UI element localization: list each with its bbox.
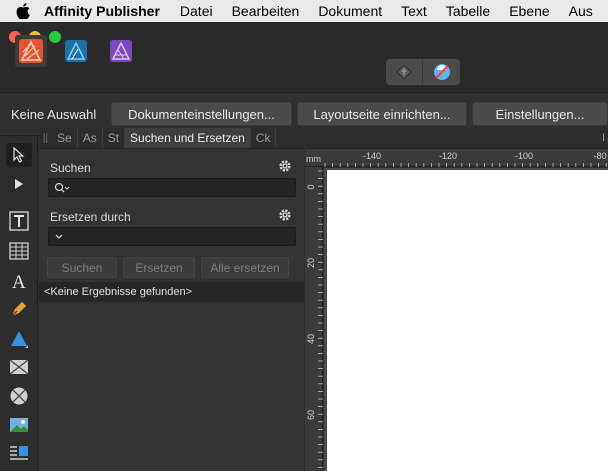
ruler-v-label: 40 — [306, 334, 316, 344]
menu-bar: Affinity Publisher Datei Bearbeiten Doku… — [0, 0, 608, 22]
find-replace-panel: || Se As St Suchen und Ersetzen Ck Suche… — [39, 128, 304, 471]
place-image-tool-icon[interactable] — [6, 413, 32, 437]
replace-options-gear-icon[interactable] — [278, 208, 292, 222]
move-tool-icon[interactable] — [6, 143, 32, 167]
shape-tool-icon[interactable] — [6, 327, 32, 351]
menu-aus[interactable]: Aus — [569, 3, 593, 19]
replace-all-button[interactable]: Alle ersetzen — [201, 257, 289, 278]
results-list: <Keine Ergebnisse gefunden> — [39, 282, 304, 302]
ruler-unit-label: mm — [306, 154, 321, 164]
horizontal-ruler-ticks: mm -140 -120 -100 -80 — [306, 151, 607, 167]
replace-button[interactable]: Ersetzen — [123, 257, 195, 278]
menu-text[interactable]: Text — [401, 3, 427, 19]
panel-grip-icon[interactable]: || — [39, 128, 52, 148]
node-tool-icon[interactable] — [6, 172, 32, 196]
chevron-down-icon[interactable] — [54, 232, 64, 242]
title-bar — [0, 22, 608, 92]
tab-assets[interactable]: As — [78, 128, 103, 148]
tab-character[interactable]: Ck — [251, 128, 277, 148]
no-results-message: <Keine Ergebnisse gefunden> — [44, 286, 193, 298]
search-input[interactable] — [48, 178, 296, 197]
menu-bearbeiten[interactable]: Bearbeiten — [232, 3, 300, 19]
menu-tabelle[interactable]: Tabelle — [446, 3, 490, 19]
publisher-persona-icon[interactable] — [15, 35, 47, 67]
ruler-v-label: 60 — [306, 410, 316, 420]
search-icon — [54, 182, 70, 192]
menu-datei[interactable]: Datei — [180, 3, 213, 19]
picture-frame-tool-icon[interactable] — [6, 355, 32, 379]
ruler-v-label: 20 — [306, 258, 316, 268]
arrange-up-icon[interactable] — [386, 59, 423, 85]
document-settings-button[interactable]: Dokumenteinstellungen... — [111, 102, 292, 126]
find-button[interactable]: Suchen — [47, 257, 117, 278]
replace-label: Ersetzen durch — [50, 210, 131, 224]
menu-dokument[interactable]: Dokument — [318, 3, 382, 19]
ruler-v-label: 0 — [306, 184, 316, 189]
selection-status-label: Keine Auswahl — [11, 107, 97, 122]
vertical-ruler[interactable]: 0 20 40 60 — [305, 167, 323, 471]
designer-persona-icon[interactable] — [60, 35, 92, 67]
vertical-ruler-ticks: 0 20 40 60 — [306, 170, 323, 468]
master-page-setup-button[interactable]: Layoutseite einrichten... — [297, 102, 467, 126]
svg-text:A: A — [12, 272, 26, 291]
document-page[interactable] — [327, 170, 608, 471]
preferences-button[interactable]: Einstellungen... — [472, 102, 608, 126]
pen-tool-icon[interactable] — [6, 297, 32, 321]
artistic-text-tool-icon[interactable]: A — [6, 269, 32, 293]
search-options-gear-icon[interactable] — [278, 159, 292, 173]
tab-find-replace[interactable]: Suchen und Ersetzen — [125, 128, 251, 148]
snapping-icon[interactable] — [423, 59, 460, 85]
ruler-h-label: -100 — [515, 151, 533, 161]
photo-persona-icon[interactable] — [105, 35, 137, 67]
replace-input[interactable] — [48, 227, 296, 246]
text-wrap-tool-icon[interactable] — [6, 441, 32, 465]
persona-switcher — [386, 59, 460, 85]
ruler-h-label: -80 — [593, 151, 606, 161]
document-tab-strip: I — [305, 128, 608, 149]
tab-styles[interactable]: Se — [52, 128, 78, 148]
tab-stock[interactable]: St — [103, 128, 126, 148]
frame-text-tool-icon[interactable] — [6, 209, 32, 233]
ruler-h-label: -120 — [439, 151, 457, 161]
ruler-h-label: -140 — [363, 151, 381, 161]
menu-ebene[interactable]: Ebene — [509, 3, 549, 19]
apple-icon[interactable] — [16, 3, 30, 19]
menu-app-name[interactable]: Affinity Publisher — [44, 3, 160, 19]
search-label: Suchen — [50, 161, 91, 175]
document-tab-fragment[interactable]: I — [602, 132, 605, 144]
panel-tabs: || Se As St Suchen und Ersetzen Ck — [39, 128, 304, 149]
tools-panel: A — [0, 136, 38, 471]
ellipse-frame-tool-icon[interactable] — [6, 384, 32, 408]
horizontal-ruler[interactable]: mm -140 -120 -100 -80 — [305, 149, 608, 167]
table-tool-icon[interactable] — [6, 239, 32, 263]
